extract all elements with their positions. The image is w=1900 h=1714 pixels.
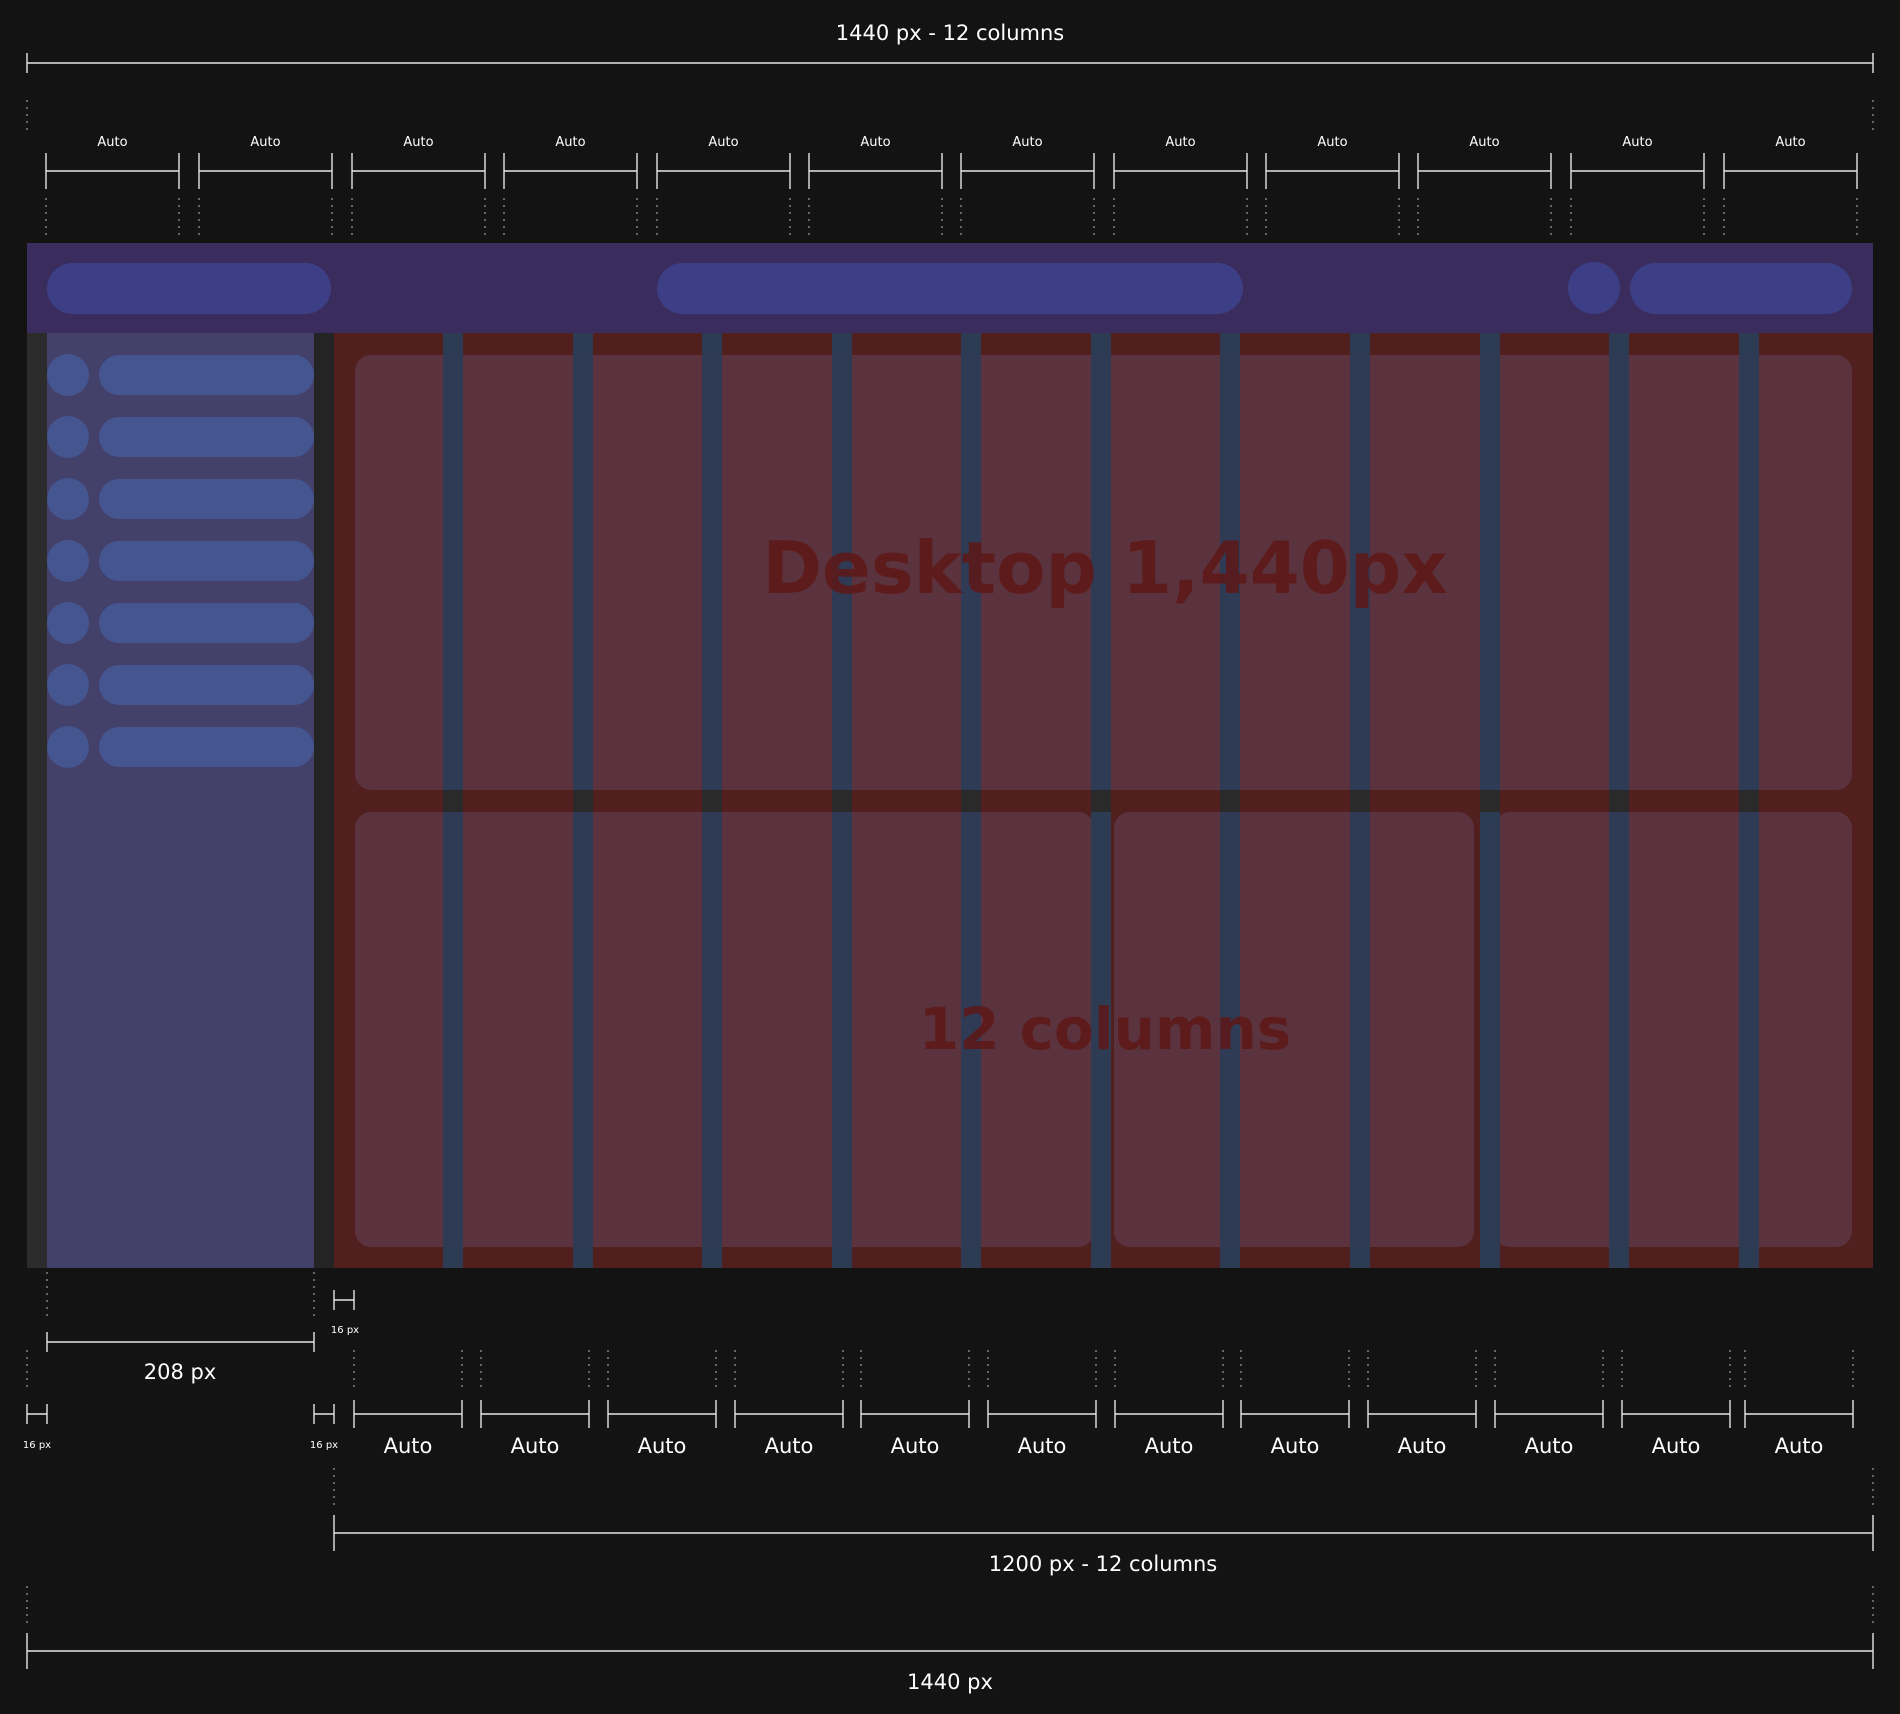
header-logo-placeholder: [47, 263, 331, 314]
bottom-column-label: Auto: [1397, 1434, 1447, 1458]
top-column-label: Auto: [1317, 135, 1348, 150]
sidebar-item-label-placeholder: [99, 417, 314, 457]
column-gutter: [1609, 333, 1629, 790]
layout-grid-diagram: 1440 px - 12 columns Auto Auto Auto Auto Aut…: [0, 0, 1900, 1714]
top-column-label: Auto: [1012, 135, 1043, 150]
header-action-placeholder: [1630, 263, 1852, 314]
sidebar-gap-strip: [314, 333, 334, 1268]
column-gutter: [1739, 812, 1759, 1268]
sidebar-width-label: 208 px: [143, 1360, 217, 1384]
canvas-headline: Desktop 1,440px: [762, 526, 1448, 610]
top-column-label: Auto: [1469, 135, 1500, 150]
sidebar-item-icon-placeholder: [47, 726, 89, 768]
bottom-column-label: Auto: [1651, 1434, 1701, 1458]
layout-diagram-svg: [26, 53, 1874, 1669]
sidebar-item-label-placeholder: [99, 665, 314, 705]
sidebar-item-label-placeholder: [99, 355, 314, 395]
sidebar-item-label-placeholder: [99, 479, 314, 519]
left-margin-strip: [27, 333, 47, 1268]
top-column-label: Auto: [250, 135, 281, 150]
sidebar-item-icon-placeholder: [47, 540, 89, 582]
top-total-label: 1440 px - 12 columns: [835, 21, 1065, 45]
canvas-subline: 12 columns: [918, 995, 1292, 1063]
bottom-column-label: Auto: [764, 1434, 814, 1458]
bottom-column-label: Auto: [1774, 1434, 1824, 1458]
bottom-column-label: Auto: [890, 1434, 940, 1458]
column-gutter: [443, 812, 463, 1268]
sidebar-gap-label: 16 px: [309, 1440, 339, 1451]
right-card: [1494, 812, 1852, 1247]
top-column-label: Auto: [1165, 135, 1196, 150]
top-column-label: Auto: [1775, 135, 1806, 150]
top-column-label: Auto: [403, 135, 434, 150]
bottom-column-label: Auto: [637, 1434, 687, 1458]
bottom-total-label: 1440 px: [907, 1670, 993, 1694]
top-column-label: Auto: [97, 135, 128, 150]
gap-label: 16 px: [330, 1325, 360, 1336]
bottom-column-label: Auto: [383, 1434, 433, 1458]
column-gutter: [702, 812, 722, 1268]
sidebar-item-icon-placeholder: [47, 664, 89, 706]
column-gutter: [1480, 333, 1500, 790]
sidebar-item-label-placeholder: [99, 603, 314, 643]
top-column-label: Auto: [708, 135, 739, 150]
column-gutter: [443, 333, 463, 790]
column-gutter: [1609, 812, 1629, 1268]
header-search-placeholder: [657, 263, 1243, 314]
bottom-column-label: Auto: [1017, 1434, 1067, 1458]
top-column-label: Auto: [1622, 135, 1653, 150]
top-column-label: Auto: [860, 135, 891, 150]
sidebar-panel: [47, 333, 314, 1268]
bottom-column-label: Auto: [510, 1434, 560, 1458]
header-avatar-placeholder: [1568, 262, 1620, 314]
sidebar-item-label-placeholder: [99, 541, 314, 581]
column-gutter: [573, 333, 593, 790]
sidebar-item-label-placeholder: [99, 727, 314, 767]
column-gutter: [832, 812, 852, 1268]
bottom-column-label: Auto: [1270, 1434, 1320, 1458]
sidebar-item-icon-placeholder: [47, 478, 89, 520]
column-gutter: [573, 812, 593, 1268]
top-column-label: Auto: [555, 135, 586, 150]
bottom-column-label: Auto: [1144, 1434, 1194, 1458]
left-margin-label: 16 px: [22, 1440, 52, 1451]
column-gutter: [1739, 333, 1759, 790]
bottom-column-label: Auto: [1524, 1434, 1574, 1458]
sidebar-item-icon-placeholder: [47, 354, 89, 396]
column-gutter: [1480, 812, 1500, 1268]
sidebar-item-icon-placeholder: [47, 602, 89, 644]
content-width-label: 1200 px - 12 columns: [988, 1552, 1218, 1576]
sidebar-item-icon-placeholder: [47, 416, 89, 458]
column-gutter: [702, 333, 722, 790]
column-gutter: [1350, 812, 1370, 1268]
